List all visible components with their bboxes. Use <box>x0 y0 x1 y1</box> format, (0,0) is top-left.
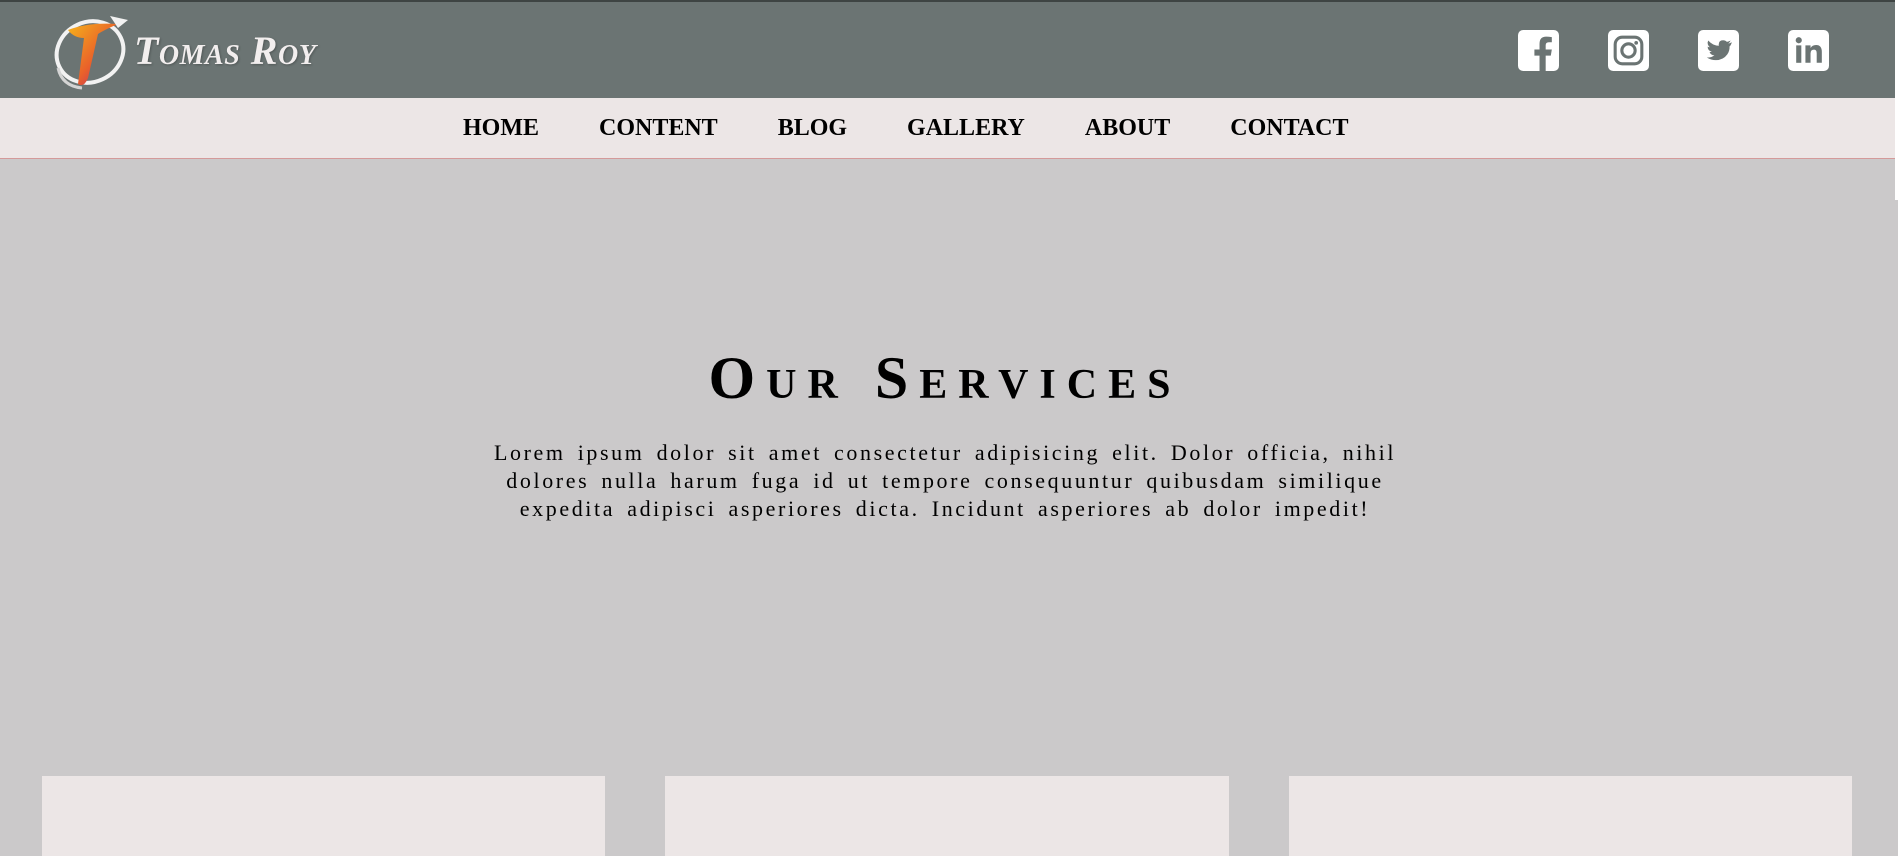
linkedin-icon <box>1788 30 1829 71</box>
nav-links: HOME CONTENT BLOG GALLERY ABOUT CONTACT <box>463 98 1348 158</box>
social-links <box>1469 30 1829 71</box>
twitter-icon <box>1698 30 1739 71</box>
brand[interactable]: Tomas Roy <box>48 8 316 92</box>
service-card <box>665 776 1229 856</box>
instagram-link[interactable] <box>1608 30 1649 71</box>
nav-blog[interactable]: BLOG <box>778 115 847 142</box>
service-card <box>1289 776 1852 856</box>
section-description: Lorem ipsum dolor sit amet consectetur a… <box>493 440 1397 521</box>
linkedin-link[interactable] <box>1788 30 1829 71</box>
section-title: Our Services <box>708 345 1182 411</box>
top-header: Tomas Roy <box>0 0 1895 98</box>
brand-name: Tomas Roy <box>134 27 317 73</box>
nav-about[interactable]: ABOUT <box>1085 115 1170 142</box>
nav-home[interactable]: HOME <box>463 115 539 142</box>
t-swoosh-logo-icon <box>54 16 128 90</box>
nav-content[interactable]: CONTENT <box>599 115 718 142</box>
facebook-icon <box>1518 30 1559 71</box>
service-card <box>42 776 605 856</box>
nav-contact[interactable]: CONTACT <box>1230 115 1348 142</box>
twitter-link[interactable] <box>1698 30 1739 71</box>
nav-gallery[interactable]: GALLERY <box>907 115 1025 142</box>
facebook-link[interactable] <box>1518 30 1559 71</box>
main-nav: HOME CONTENT BLOG GALLERY ABOUT CONTACT <box>0 98 1895 159</box>
instagram-icon <box>1608 30 1649 71</box>
